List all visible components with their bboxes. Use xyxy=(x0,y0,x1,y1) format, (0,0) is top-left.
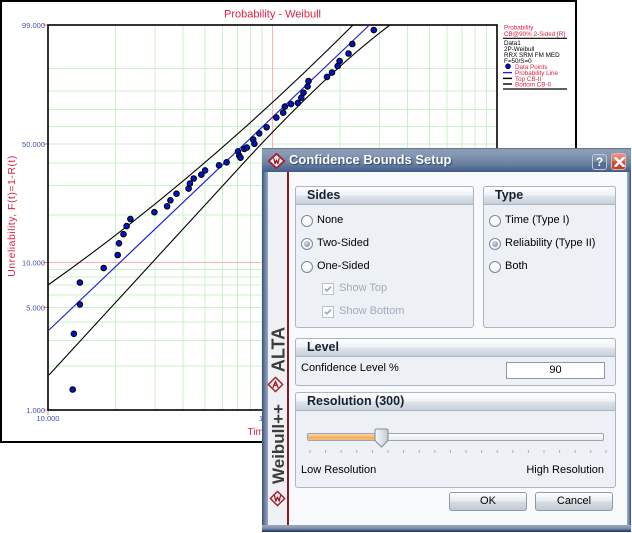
svg-text:CB@90% 2-Sided [R]: CB@90% 2-Sided [R] xyxy=(504,31,565,38)
svg-text:5.000: 5.000 xyxy=(26,304,45,313)
svg-text:10.000: 10.000 xyxy=(37,414,60,423)
svg-text:10.000: 10.000 xyxy=(22,258,45,267)
svg-text:99.000: 99.000 xyxy=(22,21,45,30)
svg-text:Probability - Weibull: Probability - Weibull xyxy=(224,9,321,21)
svg-text:50.000: 50.000 xyxy=(22,140,45,149)
svg-text:Bottom CB-II: Bottom CB-II xyxy=(515,81,551,88)
svg-text:Unreliability, F(t)=1-R(t): Unreliability, F(t)=1-R(t) xyxy=(6,155,18,277)
